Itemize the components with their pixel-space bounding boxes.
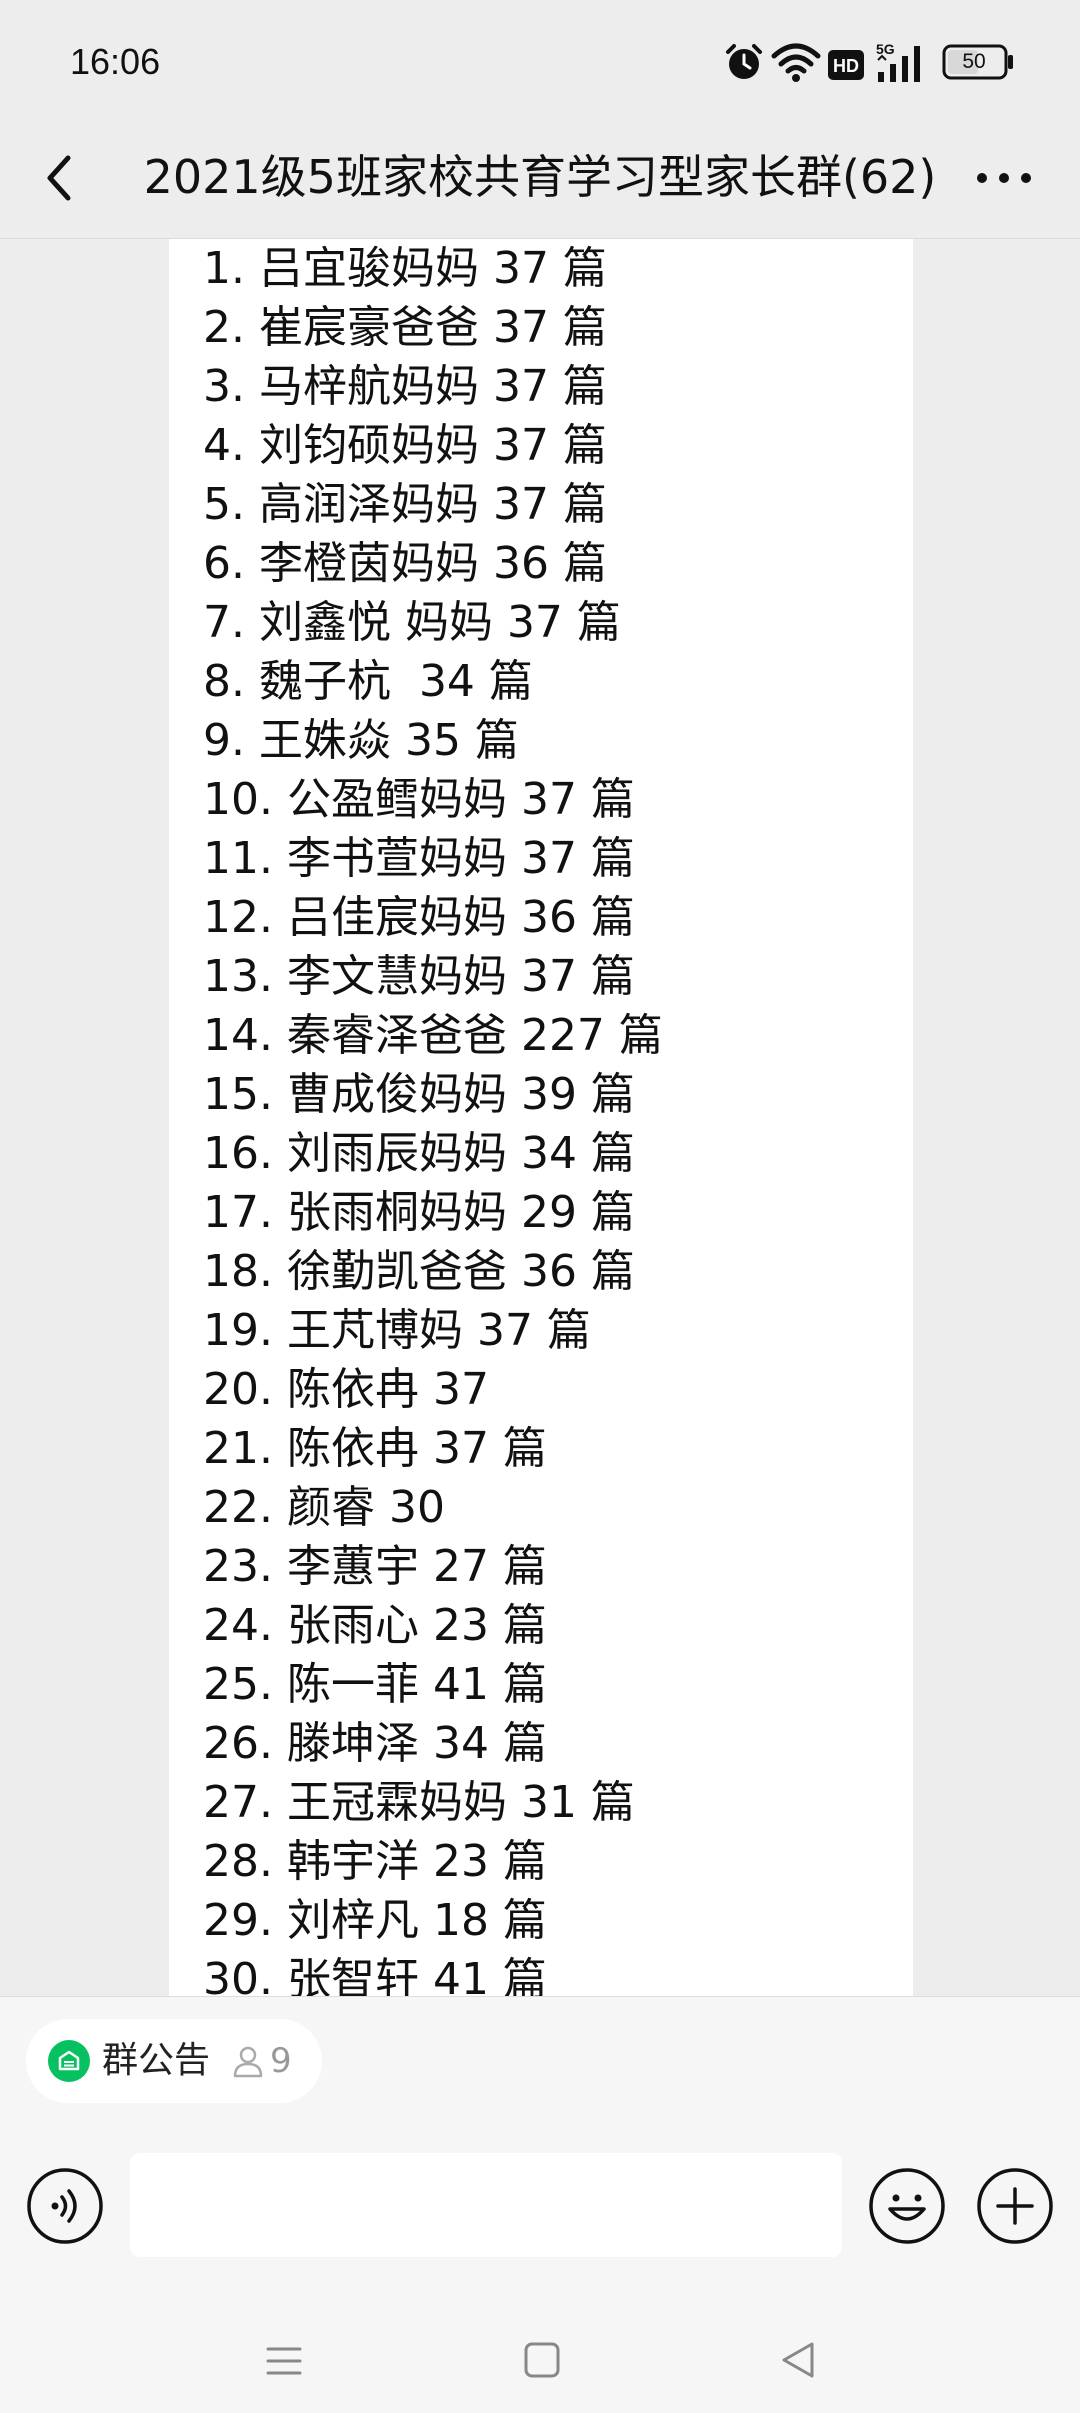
emoji-icon — [888, 2194, 926, 2221]
list-item: 27. 王冠霖妈妈 31 篇 — [203, 1777, 635, 1828]
list-item: 20. 陈依冉 37 — [203, 1364, 489, 1415]
network-label: 5G — [876, 41, 895, 57]
message-bubble[interactable]: 1. 吕宜骏妈妈 37 篇 2. 崔宸豪爸爸 37 篇 3. 马梓航妈妈 37 … — [169, 239, 913, 1996]
list-item: 25. 陈一菲 41 篇 — [203, 1659, 547, 1710]
list-item: 2. 崔宸豪爸爸 37 篇 — [203, 302, 607, 353]
status-bar: 16:06 HD 5G 50 — [0, 0, 1080, 120]
list-item: 6. 李橙茵妈妈 36 篇 — [203, 538, 607, 589]
more-dots-icon — [977, 173, 1031, 183]
list-item: 29. 刘梓凡 18 篇 — [203, 1895, 547, 1946]
list-item: 19. 王芃博妈 37 篇 — [203, 1305, 591, 1356]
nav-menu-button[interactable] — [262, 2341, 306, 2381]
list-item: 15. 曹成俊妈妈 39 篇 — [203, 1069, 635, 1120]
wifi-icon — [771, 43, 821, 82]
list-item: 18. 徐勤凯爸爸 36 篇 — [203, 1246, 635, 1297]
list-item: 4. 刘钧硕妈妈 37 篇 — [203, 420, 607, 471]
hd-icon: HD — [828, 50, 864, 80]
list-item: 14. 秦睿泽爸爸 227 篇 — [203, 1010, 663, 1061]
signal-icon: 5G — [876, 41, 920, 82]
list-item: 8. 魏子杭 34 篇 — [203, 656, 533, 707]
status-time: 16:06 — [70, 41, 161, 82]
list-item: 17. 张雨桐妈妈 29 篇 — [203, 1187, 635, 1238]
list-item: 28. 韩宇洋 23 篇 — [203, 1836, 547, 1887]
list-item: 22. 颜睿 30 — [203, 1482, 445, 1533]
nav-back-button[interactable] — [778, 2339, 818, 2381]
list-item: 11. 李书萱妈妈 37 篇 — [203, 833, 635, 884]
back-button[interactable] — [22, 140, 98, 216]
voice-icon — [51, 2189, 77, 2223]
hd-label: HD — [833, 56, 859, 76]
list-item: 23. 李蕙宇 27 篇 — [203, 1541, 547, 1592]
list-item: 5. 高润泽妈妈 37 篇 — [203, 479, 607, 530]
voice-button[interactable] — [26, 2167, 104, 2245]
nav-menu-icon — [266, 2347, 302, 2375]
list-item: 21. 陈依冉 37 篇 — [203, 1423, 547, 1474]
nav-home-button[interactable] — [522, 2339, 562, 2381]
list-item: 13. 李文慧妈妈 37 篇 — [203, 951, 635, 1002]
chat-title: 2021级5班家校共育学习型家长群(62) — [143, 150, 937, 204]
list-item: 3. 马梓航妈妈 37 篇 — [203, 361, 607, 412]
plus-button[interactable] — [976, 2167, 1054, 2245]
more-button[interactable] — [964, 140, 1044, 216]
battery-level: 50 — [962, 50, 986, 73]
megaphone-icon — [48, 2040, 90, 2082]
list-item: 1. 吕宜骏妈妈 37 篇 — [203, 243, 607, 294]
list-item: 26. 滕坤泽 34 篇 — [203, 1718, 547, 1769]
announcement-label: 群公告 — [102, 2040, 211, 2081]
bottom-panel: 群公告 9 — [0, 1996, 1080, 2413]
list-item: 30. 张智轩 41 篇 — [203, 1954, 547, 1996]
title-bar: 2021级5班家校共育学习型家长群(62) — [0, 120, 1080, 239]
list-item: 7. 刘鑫悦 妈妈 37 篇 — [203, 597, 621, 648]
list-item: 24. 张雨心 23 篇 — [203, 1600, 547, 1651]
emoji-button[interactable] — [868, 2167, 946, 2245]
message-area[interactable]: 1. 吕宜骏妈妈 37 篇 2. 崔宸豪爸爸 37 篇 3. 马梓航妈妈 37 … — [0, 239, 1080, 1996]
announcement-count: 9 — [270, 2041, 292, 2081]
back-arrow-icon — [47, 155, 71, 201]
alarm-icon — [726, 44, 762, 79]
message-input[interactable] — [130, 2153, 842, 2257]
nav-back-icon — [782, 2342, 814, 2378]
list-item: 9. 王姝焱 35 篇 — [203, 715, 519, 766]
group-announcement-button[interactable]: 群公告 9 — [26, 2019, 322, 2103]
plus-icon — [996, 2187, 1034, 2225]
nav-home-icon — [524, 2342, 560, 2378]
list-item: 16. 刘雨辰妈妈 34 篇 — [203, 1128, 635, 1179]
ranking-list: 1. 吕宜骏妈妈 37 篇 2. 崔宸豪爸爸 37 篇 3. 马梓航妈妈 37 … — [203, 239, 903, 1996]
person-icon — [233, 2046, 263, 2078]
list-item: 12. 吕佳宸妈妈 36 篇 — [203, 892, 635, 943]
list-item: 10. 公盈鳕妈妈 37 篇 — [203, 774, 635, 825]
